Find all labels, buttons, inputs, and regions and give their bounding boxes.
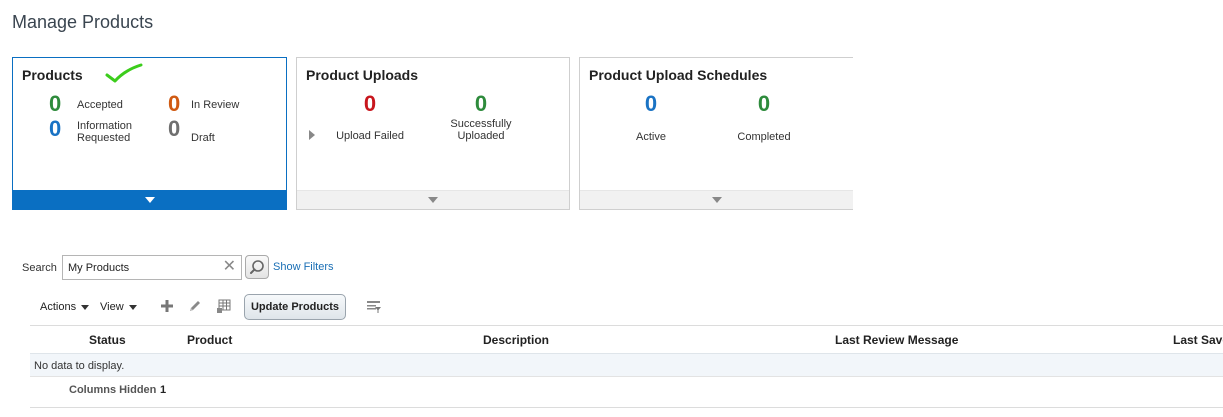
- search-button[interactable]: [245, 255, 269, 279]
- no-data-message: No data to display.: [34, 360, 125, 372]
- accepted-label: Accepted: [77, 99, 123, 111]
- column-header-status[interactable]: Status: [89, 333, 126, 347]
- in-review-label: In Review: [191, 99, 240, 111]
- view-label: View: [100, 301, 124, 313]
- accepted-count[interactable]: 0: [49, 93, 61, 115]
- chevron-down-icon: [128, 304, 137, 310]
- show-filters-link[interactable]: Show Filters: [273, 261, 334, 273]
- page-title: Manage Products: [12, 12, 154, 32]
- search-field[interactable]: ✕: [62, 255, 242, 280]
- information-requested-label: Information Requested: [77, 120, 132, 144]
- uploads-card-expand[interactable]: [297, 190, 569, 209]
- upload-failed-label: Upload Failed: [336, 130, 404, 142]
- successfully-uploaded-label: Successfully Uploaded: [436, 118, 526, 142]
- green-checkmark-icon: [105, 63, 143, 83]
- columns-hidden-label: Columns Hidden: [69, 384, 157, 396]
- filter-columns-icon[interactable]: [366, 299, 382, 315]
- search-icon: [250, 260, 264, 274]
- schedules-card-expand[interactable]: [580, 190, 853, 209]
- edit-pencil-icon[interactable]: [187, 298, 203, 314]
- successfully-uploaded-line1: Successfully: [450, 118, 512, 130]
- chevron-down-icon: [81, 304, 90, 310]
- chevron-down-icon: [144, 197, 155, 203]
- view-menu[interactable]: View: [100, 301, 137, 313]
- spreadsheet-icon[interactable]: [216, 298, 232, 314]
- column-header-description[interactable]: Description: [483, 333, 549, 347]
- successfully-uploaded-line2: Uploaded: [457, 130, 505, 142]
- table-top-border: [30, 325, 1223, 326]
- actions-label: Actions: [40, 301, 77, 313]
- information-requested-count[interactable]: 0: [49, 118, 61, 140]
- products-card[interactable]: Products 0 Accepted 0 In Review 0 Inform…: [12, 57, 287, 210]
- information-requested-line1: Information: [77, 120, 133, 132]
- chevron-down-icon: [428, 197, 438, 203]
- active-label: Active: [636, 131, 666, 143]
- information-requested-line2: Requested: [77, 132, 131, 144]
- search-label: Search: [22, 262, 57, 274]
- active-count[interactable]: 0: [636, 93, 666, 115]
- update-products-button[interactable]: Update Products: [244, 294, 346, 320]
- column-header-product[interactable]: Product: [187, 333, 232, 347]
- product-upload-schedules-card[interactable]: Product Upload Schedules 0 Active 0 Comp…: [579, 57, 853, 210]
- add-icon[interactable]: [159, 298, 175, 314]
- products-card-expand[interactable]: [13, 190, 286, 209]
- actions-menu[interactable]: Actions: [40, 301, 90, 313]
- draft-count[interactable]: 0: [168, 118, 180, 140]
- completed-count[interactable]: 0: [749, 93, 779, 115]
- draft-label: Draft: [191, 132, 215, 144]
- card-title: Product Uploads: [306, 67, 419, 83]
- completed-label: Completed: [737, 131, 791, 143]
- card-title: Product Upload Schedules: [589, 67, 768, 83]
- successfully-uploaded-count[interactable]: 0: [466, 93, 496, 115]
- table-bottom-border: [30, 407, 1223, 408]
- in-review-count[interactable]: 0: [168, 93, 180, 115]
- search-input[interactable]: [68, 261, 218, 275]
- table-row: No data to display.: [30, 353, 1223, 377]
- chevron-down-icon: [711, 197, 722, 203]
- product-uploads-card[interactable]: Product Uploads 0 Upload Failed 0 Succes…: [296, 57, 570, 210]
- columns-hidden-count: 1: [160, 384, 167, 396]
- column-header-last-saved[interactable]: Last Saved: [1173, 333, 1223, 347]
- clear-icon[interactable]: ✕: [223, 259, 236, 275]
- expand-triangle-icon[interactable]: [309, 130, 315, 140]
- card-title: Products: [22, 67, 83, 83]
- column-header-last-review-message[interactable]: Last Review Message: [835, 333, 958, 347]
- upload-failed-count[interactable]: 0: [355, 93, 385, 115]
